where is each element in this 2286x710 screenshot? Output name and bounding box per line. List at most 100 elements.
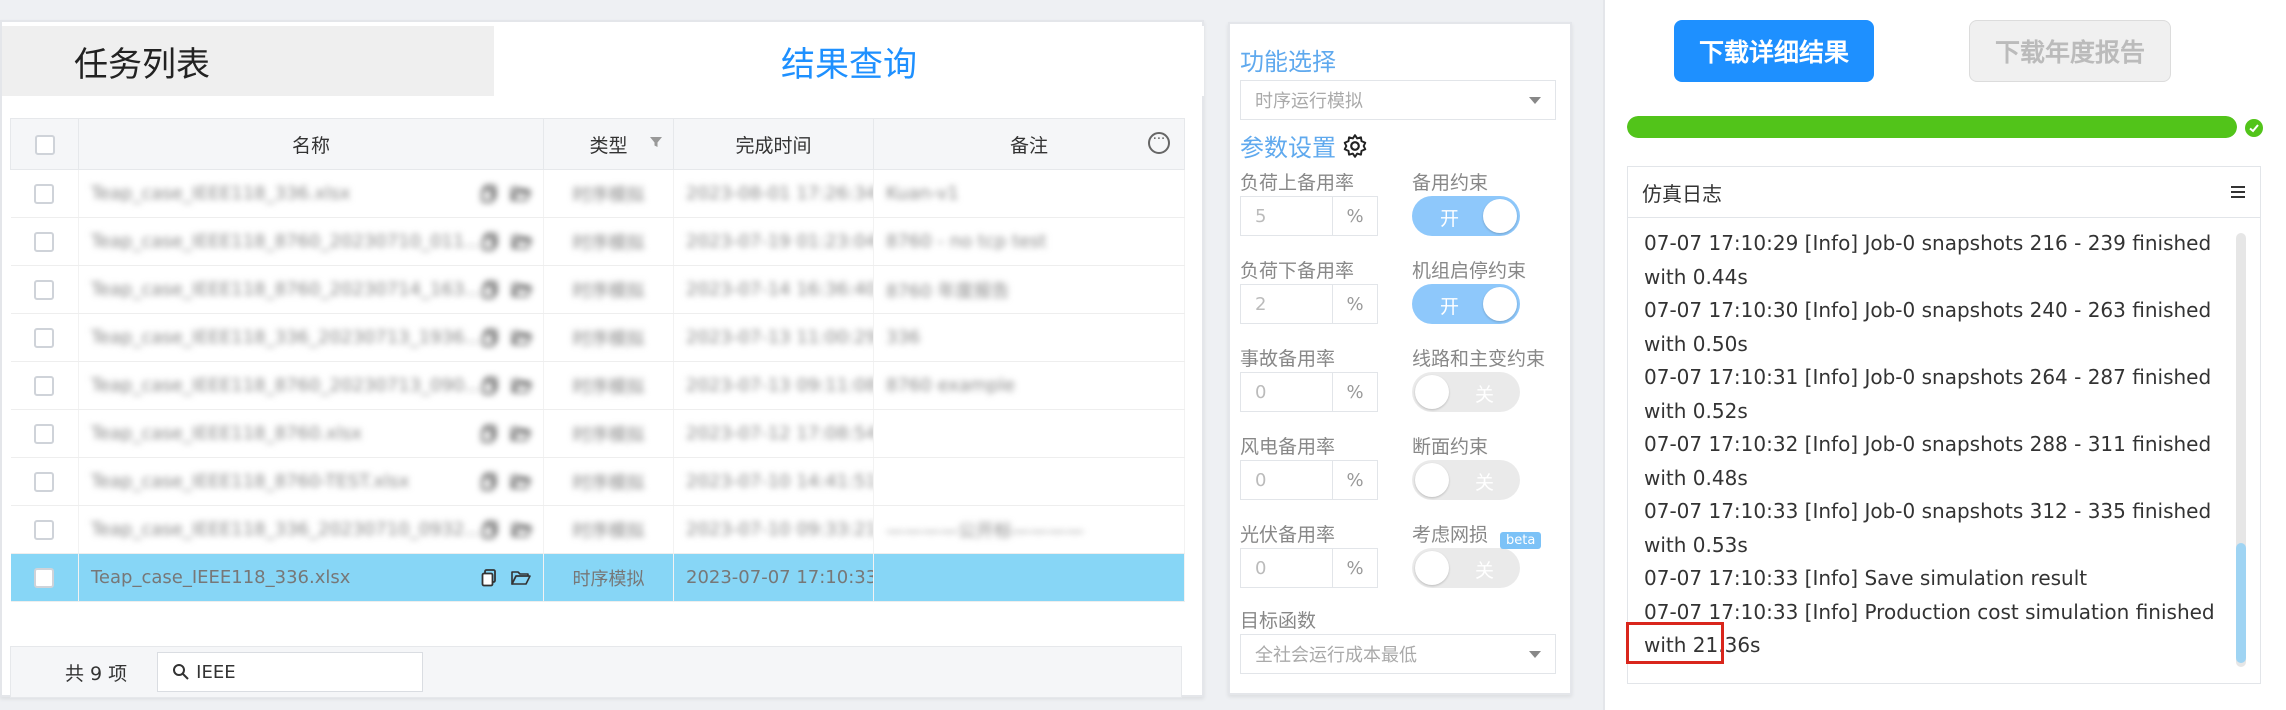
checkbox-box[interactable] — [34, 184, 55, 204]
table-row[interactable]: Teap_case_IEEE118_8760-TEST.xlsx 时序模拟 2023… — [10, 457, 1185, 506]
file-name[interactable]: Teap_case_IEEE118_336_20230713_1936... — [91, 327, 482, 348]
file-name[interactable]: Teap_case_IEEE118_336.xlsx — [91, 567, 350, 588]
row-checkbox[interactable] — [10, 265, 79, 314]
more-options-icon[interactable]: ··· — [1148, 132, 1170, 154]
folder-open-icon[interactable] — [511, 570, 531, 586]
folder-open-icon[interactable] — [511, 330, 532, 346]
param-input[interactable]: 2% — [1240, 284, 1378, 324]
params-title: 参数设置 — [1240, 128, 1368, 163]
row-checkbox[interactable] — [10, 409, 79, 458]
tab-task-list[interactable]: 任务列表 — [2, 26, 494, 96]
table-row[interactable]: Teap_case_IEEE118_8760_20230713_090... 时序… — [10, 361, 1185, 410]
menu-icon[interactable] — [2230, 185, 2246, 199]
checkbox-box[interactable] — [34, 568, 55, 588]
header-remark[interactable]: 备注 ··· — [873, 118, 1185, 170]
row-checkbox[interactable] — [10, 457, 79, 506]
row-checkbox[interactable] — [10, 361, 79, 410]
row-actions — [482, 280, 532, 299]
log-scrollbar[interactable] — [2236, 233, 2246, 667]
table-row[interactable]: Teap_case_IEEE118_8760_20230714_163... 时序… — [10, 265, 1185, 314]
remark-text: ————公开标———— — [886, 520, 1084, 542]
constraint-toggle[interactable]: 开 — [1412, 196, 1520, 236]
header-time[interactable]: 完成时间 — [673, 118, 874, 170]
checkbox-box[interactable] — [34, 280, 55, 300]
search-icon — [173, 664, 189, 680]
file-name[interactable]: Teap_case_IEEE118_8760_20230714_163... — [91, 279, 482, 300]
row-checkbox[interactable] — [10, 313, 79, 362]
param-input[interactable]: 0% — [1240, 372, 1378, 412]
row-checkbox[interactable] — [10, 217, 79, 266]
filter-icon[interactable] — [649, 135, 663, 149]
gear-icon[interactable] — [1342, 133, 1368, 159]
settings-panel: 功能选择 时序运行模拟 参数设置 负荷上备用率 5% 备用约束开负荷下备用率 2% 机组… — [1228, 22, 1572, 695]
table-row[interactable]: Teap_case_IEEE118_336.xlsx 时序模拟 2023-08-01… — [10, 169, 1185, 218]
folder-open-icon[interactable] — [511, 282, 532, 298]
folder-open-icon[interactable] — [511, 186, 531, 202]
select-all-checkbox[interactable] — [10, 118, 79, 170]
log-line: 07-07 17:10:31 [Info] Job-0 snapshots 26… — [1644, 365, 2212, 423]
tab-result-query[interactable]: 结果查询 — [494, 26, 1204, 96]
copy-icon[interactable] — [481, 424, 497, 443]
header-type[interactable]: 类型 — [543, 118, 674, 170]
row-actions — [481, 184, 531, 203]
constraint-toggle[interactable]: 关 — [1412, 372, 1520, 412]
cell-type: 时序模拟 — [543, 361, 674, 410]
cell-name: Teap_case_IEEE118_336.xlsx — [78, 169, 544, 218]
table-row[interactable]: Teap_case_IEEE118_8760.xlsx 时序模拟 2023-07-1… — [10, 409, 1185, 458]
constraint-toggle[interactable]: 关 — [1412, 548, 1520, 588]
progress-bar — [1627, 116, 2237, 138]
objective-select[interactable]: 全社会运行成本最低 — [1240, 634, 1556, 674]
checkbox-box[interactable] — [34, 328, 55, 348]
file-name[interactable]: Teap_case_IEEE118_336.xlsx — [91, 183, 350, 204]
copy-icon[interactable] — [481, 184, 497, 203]
download-detail-button[interactable]: 下载详细结果 — [1674, 20, 1874, 82]
beta-badge: beta — [1500, 532, 1542, 549]
log-scrollbar-thumb[interactable] — [2236, 543, 2246, 663]
param-input[interactable]: 5% — [1240, 196, 1378, 236]
param-input[interactable]: 0% — [1240, 460, 1378, 500]
download-annual-report-button[interactable]: 下载年度报告 — [1969, 20, 2171, 82]
folder-open-icon[interactable] — [511, 378, 532, 394]
search-input[interactable]: IEEE — [157, 652, 424, 692]
file-name[interactable]: Teap_case_IEEE118_8760-TEST.xlsx — [91, 471, 409, 492]
file-name[interactable]: Teap_case_IEEE118_8760.xlsx — [91, 423, 362, 444]
checkbox-box[interactable] — [34, 232, 55, 252]
copy-icon[interactable] — [482, 232, 498, 251]
table-row[interactable]: Teap_case_IEEE118_336_20230713_1936... 时序… — [10, 313, 1185, 362]
cell-time: 2023-07-07 17:10:33 — [673, 553, 874, 602]
constraint-toggle[interactable]: 开 — [1412, 284, 1520, 324]
row-actions — [482, 520, 532, 539]
checkbox-box[interactable] — [34, 376, 55, 396]
cell-type: 时序模拟 — [543, 457, 674, 506]
table-row[interactable]: Teap_case_IEEE118_336_20230710_0932... 时序… — [10, 505, 1185, 554]
copy-icon[interactable] — [482, 520, 498, 539]
param-input[interactable]: 0% — [1240, 548, 1378, 588]
copy-icon[interactable] — [482, 328, 498, 347]
toggle-state: 开 — [1440, 296, 1460, 318]
header-remark-label: 备注 — [1009, 134, 1048, 157]
checkbox-box[interactable] — [34, 134, 55, 155]
function-select[interactable]: 时序运行模拟 — [1240, 80, 1556, 120]
constraint-toggle[interactable]: 关 — [1412, 460, 1520, 500]
folder-open-icon[interactable] — [511, 234, 532, 250]
header-name[interactable]: 名称 — [78, 118, 544, 170]
copy-icon[interactable] — [482, 280, 498, 299]
row-checkbox[interactable] — [10, 505, 79, 554]
checkbox-box[interactable] — [34, 472, 55, 492]
row-checkbox[interactable] — [10, 169, 79, 218]
row-checkbox[interactable] — [10, 553, 79, 602]
copy-icon[interactable] — [481, 568, 497, 587]
checkbox-box[interactable] — [34, 520, 55, 540]
checkbox-box[interactable] — [34, 424, 55, 444]
table-row[interactable]: Teap_case_IEEE118_8760_20230710_011... 时序… — [10, 217, 1185, 266]
folder-open-icon[interactable] — [511, 426, 531, 442]
row-actions — [481, 568, 531, 587]
file-name[interactable]: Teap_case_IEEE118_336_20230710_0932... — [91, 519, 482, 540]
file-name[interactable]: Teap_case_IEEE118_8760_20230710_011... — [91, 231, 482, 252]
folder-open-icon[interactable] — [511, 522, 532, 538]
table-row[interactable]: Teap_case_IEEE118_336.xlsx 时序模拟 2023-07-07… — [10, 553, 1185, 602]
copy-icon[interactable] — [482, 376, 498, 395]
copy-icon[interactable] — [481, 472, 497, 491]
folder-open-icon[interactable] — [511, 474, 531, 490]
file-name[interactable]: Teap_case_IEEE118_8760_20230713_090... — [91, 375, 482, 396]
